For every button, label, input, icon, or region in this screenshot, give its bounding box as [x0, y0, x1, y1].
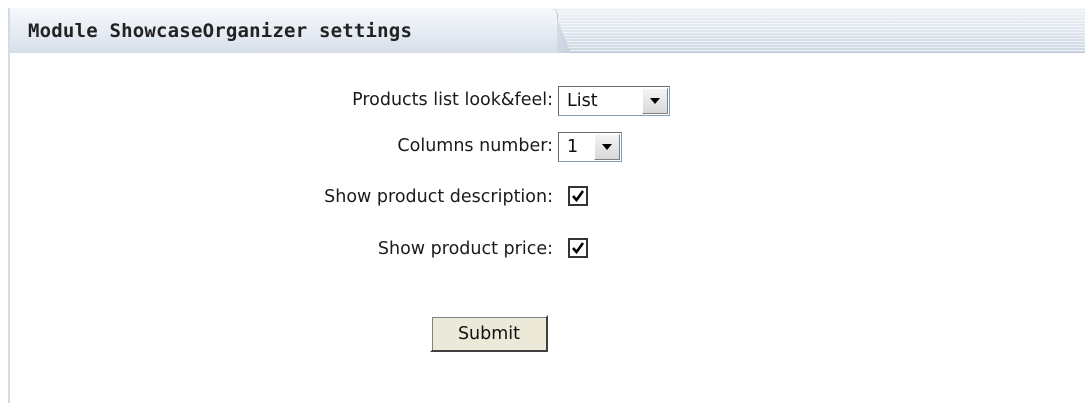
settings-panel: Module ShowcaseOrganizer settings Produc… [8, 8, 1085, 403]
columns-selected-value: 1 [567, 137, 579, 157]
look-feel-label: Products list look&feel: [352, 90, 553, 110]
look-feel-selected-value: List [567, 91, 598, 111]
chevron-down-icon[interactable] [594, 134, 620, 160]
look-feel-row: Products list look&feel: List [10, 86, 1085, 116]
show-description-label: Show product description: [324, 187, 553, 207]
look-feel-select[interactable]: List [558, 86, 670, 116]
show-description-checkbox[interactable] [568, 186, 588, 206]
panel-header-tab: Module ShowcaseOrganizer settings [10, 8, 558, 53]
panel-title: Module ShowcaseOrganizer settings [28, 20, 413, 42]
show-description-row: Show product description: [10, 183, 1085, 213]
checkmark-icon [572, 190, 585, 203]
show-price-label: Show product price: [377, 239, 553, 259]
columns-label: Columns number: [397, 136, 553, 156]
columns-select[interactable]: 1 [558, 132, 622, 162]
submit-button[interactable]: Submit [430, 315, 548, 352]
panel-header: Module ShowcaseOrganizer settings [10, 8, 1085, 53]
columns-row: Columns number: 1 [10, 132, 1085, 162]
checkmark-icon [572, 242, 585, 255]
show-price-checkbox[interactable] [568, 238, 588, 258]
show-price-row: Show product price: [10, 235, 1085, 265]
chevron-down-icon[interactable] [642, 88, 668, 114]
